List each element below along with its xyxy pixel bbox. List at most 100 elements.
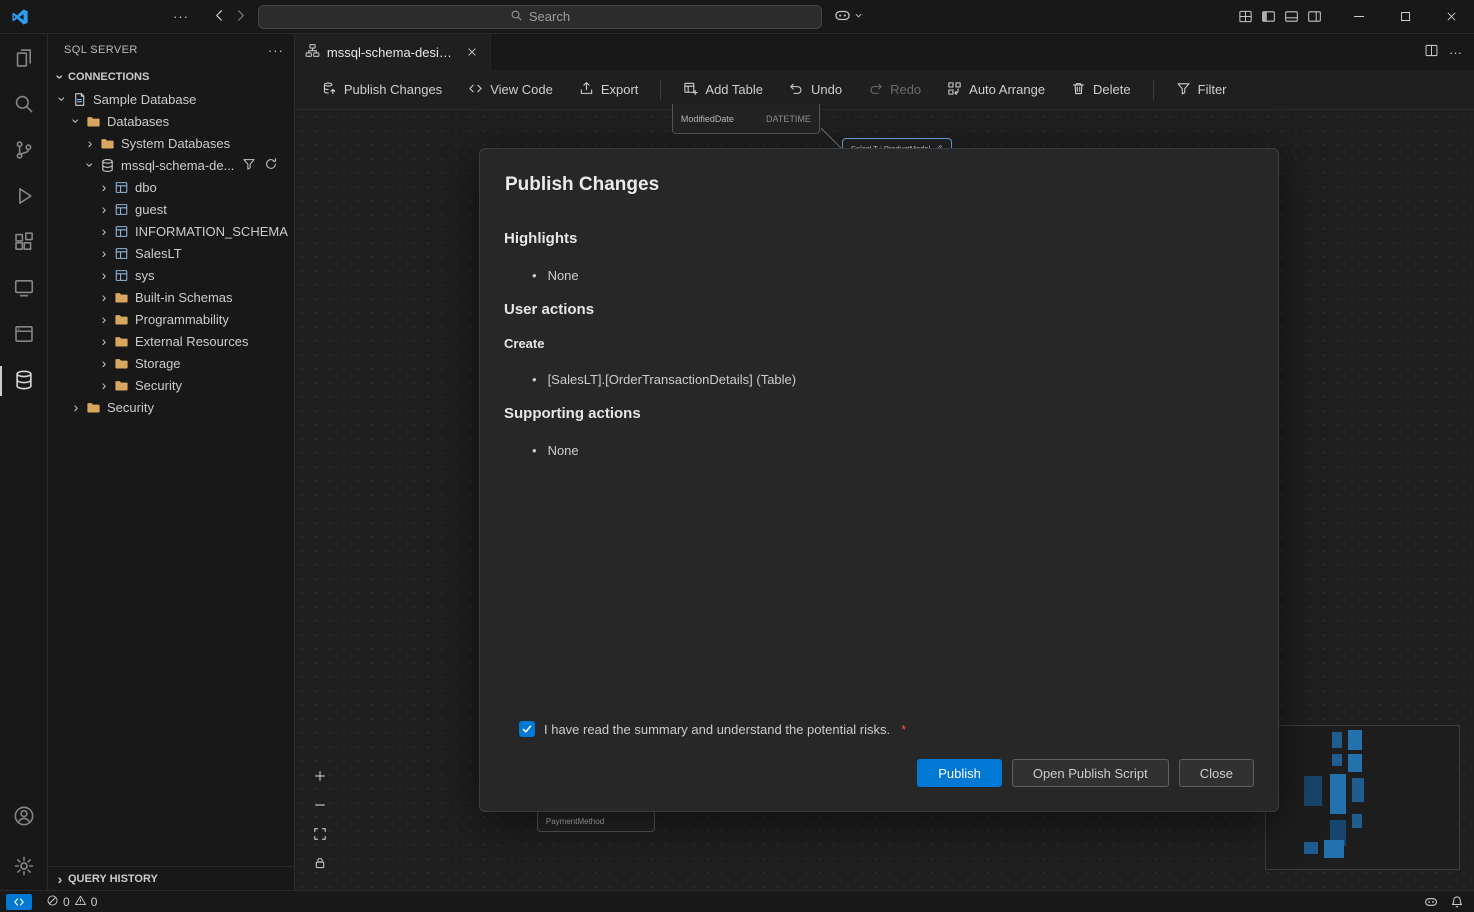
filter-icon[interactable]: [242, 157, 256, 174]
table-card-fragment[interactable]: PaymentMethod: [537, 810, 655, 832]
activity-extensions[interactable]: [0, 220, 47, 266]
notifications-bell-icon[interactable]: [1450, 895, 1464, 909]
fit-view-button[interactable]: [309, 823, 331, 845]
tree-item-storage[interactable]: Storage: [48, 352, 294, 374]
schema-designer-icon: [305, 43, 320, 61]
tree-item-security-db[interactable]: Security: [48, 374, 294, 396]
tab-label: mssql-schema-designer: [327, 45, 457, 60]
highlights-heading: Highlights: [504, 230, 1254, 247]
lock-view-button[interactable]: [309, 852, 331, 874]
split-editor-icon[interactable]: [1424, 43, 1439, 61]
copilot-icon: [834, 7, 851, 27]
add-table-button[interactable]: Add Table: [670, 75, 776, 105]
sidebar-title: SQL SERVER: [64, 44, 138, 56]
tree-item-security-server[interactable]: Security: [48, 396, 294, 418]
zoom-in-button[interactable]: [309, 765, 331, 787]
connections-tree: Sample Database Databases: [48, 88, 294, 866]
activity-run-and-debug[interactable]: [0, 174, 47, 220]
tree-item-sample-database[interactable]: Sample Database: [48, 88, 294, 110]
settings-button[interactable]: [0, 844, 47, 890]
tree-item-programmability[interactable]: Programmability: [48, 308, 294, 330]
activity-workspace[interactable]: [0, 312, 47, 358]
redo-icon: [868, 81, 883, 99]
command-center-search[interactable]: Search: [258, 5, 822, 29]
chevron-icon: [96, 181, 112, 193]
tree-item-system-databases[interactable]: System Databases: [48, 132, 294, 154]
add-table-icon: [683, 81, 698, 99]
menu-item[interactable]: [128, 13, 146, 21]
accounts-button[interactable]: [0, 794, 47, 840]
menu-item[interactable]: [92, 13, 110, 21]
customize-layout-button[interactable]: [1238, 9, 1253, 24]
remote-indicator[interactable]: [6, 894, 32, 910]
table-card-fragment[interactable]: ModifiedDate DATETIME: [672, 104, 820, 134]
database-icon: [98, 158, 116, 173]
connections-section-header[interactable]: CONNECTIONS: [48, 66, 294, 88]
close-dialog-button[interactable]: Close: [1179, 759, 1254, 787]
copilot-status-icon[interactable]: [1424, 895, 1438, 909]
menu-item[interactable]: [38, 13, 56, 21]
chevron-icon: [96, 379, 112, 391]
redo-button[interactable]: Redo: [855, 75, 934, 105]
forward-button[interactable]: [233, 8, 248, 26]
menu-item[interactable]: [56, 13, 74, 21]
filter-icon: [1176, 81, 1191, 99]
activity-search[interactable]: [0, 82, 47, 128]
tree-item-databases[interactable]: Databases: [48, 110, 294, 132]
search-icon: [510, 9, 523, 25]
risk-acknowledge-checkbox[interactable]: [519, 721, 535, 737]
publish-changes-button[interactable]: Publish Changes: [309, 75, 455, 105]
publish-button[interactable]: Publish: [917, 759, 1002, 787]
tree-item-saleslt[interactable]: SalesLT: [48, 242, 294, 264]
errors-count: 0: [63, 895, 70, 909]
filter-button[interactable]: Filter: [1163, 75, 1240, 105]
export-button[interactable]: Export: [566, 75, 652, 105]
tree-item-sys[interactable]: sys: [48, 264, 294, 286]
delete-icon: [1071, 81, 1086, 99]
activity-source-control[interactable]: [0, 128, 47, 174]
view-code-button[interactable]: View Code: [455, 75, 566, 105]
minimize-button[interactable]: [1336, 0, 1382, 33]
chevron-icon: [96, 357, 112, 369]
sql-server-sidebar: SQL SERVER ··· CONNECTIONS Sample Databa…: [48, 34, 295, 890]
tree-item-guest[interactable]: guest: [48, 198, 294, 220]
tree-item-dbo[interactable]: dbo: [48, 176, 294, 198]
copilot-menu-button[interactable]: [834, 7, 864, 27]
menubar-more-button[interactable]: ···: [164, 5, 198, 28]
maximize-button[interactable]: [1382, 0, 1428, 33]
problems-indicator[interactable]: 0 0: [40, 891, 103, 912]
undo-button[interactable]: Undo: [776, 75, 855, 105]
tree-item-mssql-schema-db[interactable]: mssql-schema-de...: [48, 154, 294, 176]
schema-icon: [112, 224, 130, 239]
zoom-out-button[interactable]: [309, 794, 331, 816]
close-window-button[interactable]: [1428, 0, 1474, 33]
menu-item[interactable]: [110, 13, 128, 21]
open-publish-script-button[interactable]: Open Publish Script: [1012, 759, 1169, 787]
tree-item-information-schema[interactable]: INFORMATION_SCHEMA: [48, 220, 294, 242]
toggle-panel-button[interactable]: [1284, 9, 1299, 24]
chevron-icon: [68, 115, 84, 127]
delete-button[interactable]: Delete: [1058, 75, 1144, 105]
menu-item[interactable]: [74, 13, 92, 21]
tab-mssql-schema-designer[interactable]: mssql-schema-designer: [295, 34, 491, 70]
back-button[interactable]: [212, 8, 227, 26]
auto-arrange-button[interactable]: Auto Arrange: [934, 75, 1058, 105]
minimap[interactable]: [1265, 725, 1460, 870]
refresh-icon[interactable]: [264, 157, 278, 174]
activity-remote-explorer[interactable]: [0, 266, 47, 312]
query-history-section-header[interactable]: QUERY HISTORY: [48, 866, 294, 890]
activity-explorer[interactable]: [0, 36, 47, 82]
errors-icon: [46, 894, 59, 910]
tree-item-external-resources[interactable]: External Resources: [48, 330, 294, 352]
editor-actions-more-button[interactable]: ···: [1449, 45, 1462, 60]
menu-item[interactable]: [146, 13, 164, 21]
close-tab-icon[interactable]: [464, 44, 480, 60]
toggle-sidebar-button[interactable]: [1261, 9, 1276, 24]
search-placeholder: Search: [529, 9, 570, 24]
summary-item: [SalesLT].[OrderTransactionDetails] (Tab…: [532, 369, 1254, 389]
sidebar-more-button[interactable]: ···: [268, 43, 284, 58]
folder-icon: [112, 290, 130, 305]
activity-sql-server[interactable]: [0, 358, 47, 404]
tree-item-built-in-schemas[interactable]: Built-in Schemas: [48, 286, 294, 308]
toggle-secondary-sidebar-button[interactable]: [1307, 9, 1322, 24]
